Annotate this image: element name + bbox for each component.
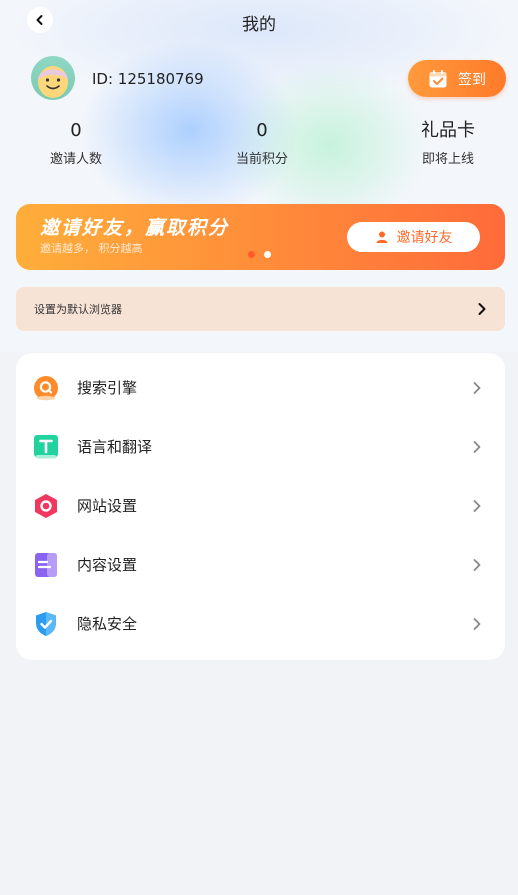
privacy-shield-icon bbox=[36, 611, 56, 636]
search-engine-icon bbox=[34, 375, 58, 400]
menu-item-label: 网站设置 bbox=[77, 497, 138, 515]
user-id: ID: 125180769 bbox=[92, 70, 204, 88]
invite-button-label: 邀请好友 bbox=[396, 230, 453, 246]
chevron-right-icon bbox=[473, 558, 481, 571]
menu-item-privacy-security[interactable]: 隐私安全 bbox=[16, 594, 505, 653]
smiley-face-icon bbox=[38, 66, 68, 98]
invite-friends-button[interactable]: 邀请好友 bbox=[347, 222, 480, 252]
calendar-check-icon bbox=[429, 69, 447, 87]
stat-value: 礼品卡 bbox=[421, 120, 475, 141]
chevron-right-icon bbox=[473, 499, 481, 512]
chevron-right-icon bbox=[473, 617, 481, 630]
stat-value: 0 bbox=[70, 120, 82, 141]
avatar[interactable] bbox=[31, 56, 75, 100]
menu-item-website-settings[interactable]: 网站设置 bbox=[16, 476, 505, 535]
banner-title: 邀请好友，赢取积分 bbox=[40, 217, 230, 239]
user-icon bbox=[376, 231, 387, 243]
set-default-browser-label: 设置为默认浏览器 bbox=[34, 303, 122, 316]
carousel-dot[interactable] bbox=[248, 251, 255, 258]
page-title: 我的 bbox=[242, 15, 276, 35]
menu-item-search-engine[interactable]: 搜索引擎 bbox=[16, 358, 505, 417]
checkin-label: 签到 bbox=[458, 71, 486, 88]
menu-item-label: 隐私安全 bbox=[77, 615, 138, 633]
translate-icon bbox=[34, 434, 58, 458]
stat-value: 0 bbox=[256, 120, 268, 141]
stat-label: 当前积分 bbox=[235, 152, 288, 167]
menu-item-label: 搜索引擎 bbox=[77, 379, 138, 397]
settings-menu-card: 搜索引擎 语言和翻译 网站设置 内容设置 隐私安全 bbox=[16, 353, 505, 660]
menu-item-content-settings[interactable]: 内容设置 bbox=[16, 535, 505, 594]
carousel-indicator bbox=[248, 251, 271, 258]
stat-gift-card[interactable]: 礼品卡 即将上线 bbox=[388, 120, 508, 167]
stat-label: 即将上线 bbox=[421, 152, 474, 167]
stat-label: 邀请人数 bbox=[49, 152, 102, 167]
menu-item-label: 内容设置 bbox=[77, 556, 138, 574]
chevron-right-icon bbox=[478, 303, 486, 315]
website-settings-icon bbox=[35, 493, 57, 518]
banner-subtitle: 邀请越多， 积分越高 bbox=[40, 242, 143, 255]
checkin-button[interactable]: 签到 bbox=[408, 60, 506, 97]
set-default-browser-row[interactable]: 设置为默认浏览器 bbox=[16, 287, 505, 331]
content-settings-icon bbox=[35, 552, 57, 577]
menu-item-label: 语言和翻译 bbox=[77, 438, 153, 456]
carousel-dot-active[interactable] bbox=[264, 251, 271, 258]
menu-item-language-translation[interactable]: 语言和翻译 bbox=[16, 417, 505, 476]
chevron-right-icon bbox=[473, 440, 481, 453]
stat-points[interactable]: 0 当前积分 bbox=[202, 120, 322, 167]
stat-invited-count[interactable]: 0 邀请人数 bbox=[16, 120, 136, 167]
chevron-right-icon bbox=[473, 381, 481, 394]
invite-banner[interactable]: 邀请好友，赢取积分 邀请越多， 积分越高 邀请好友 bbox=[16, 204, 505, 270]
